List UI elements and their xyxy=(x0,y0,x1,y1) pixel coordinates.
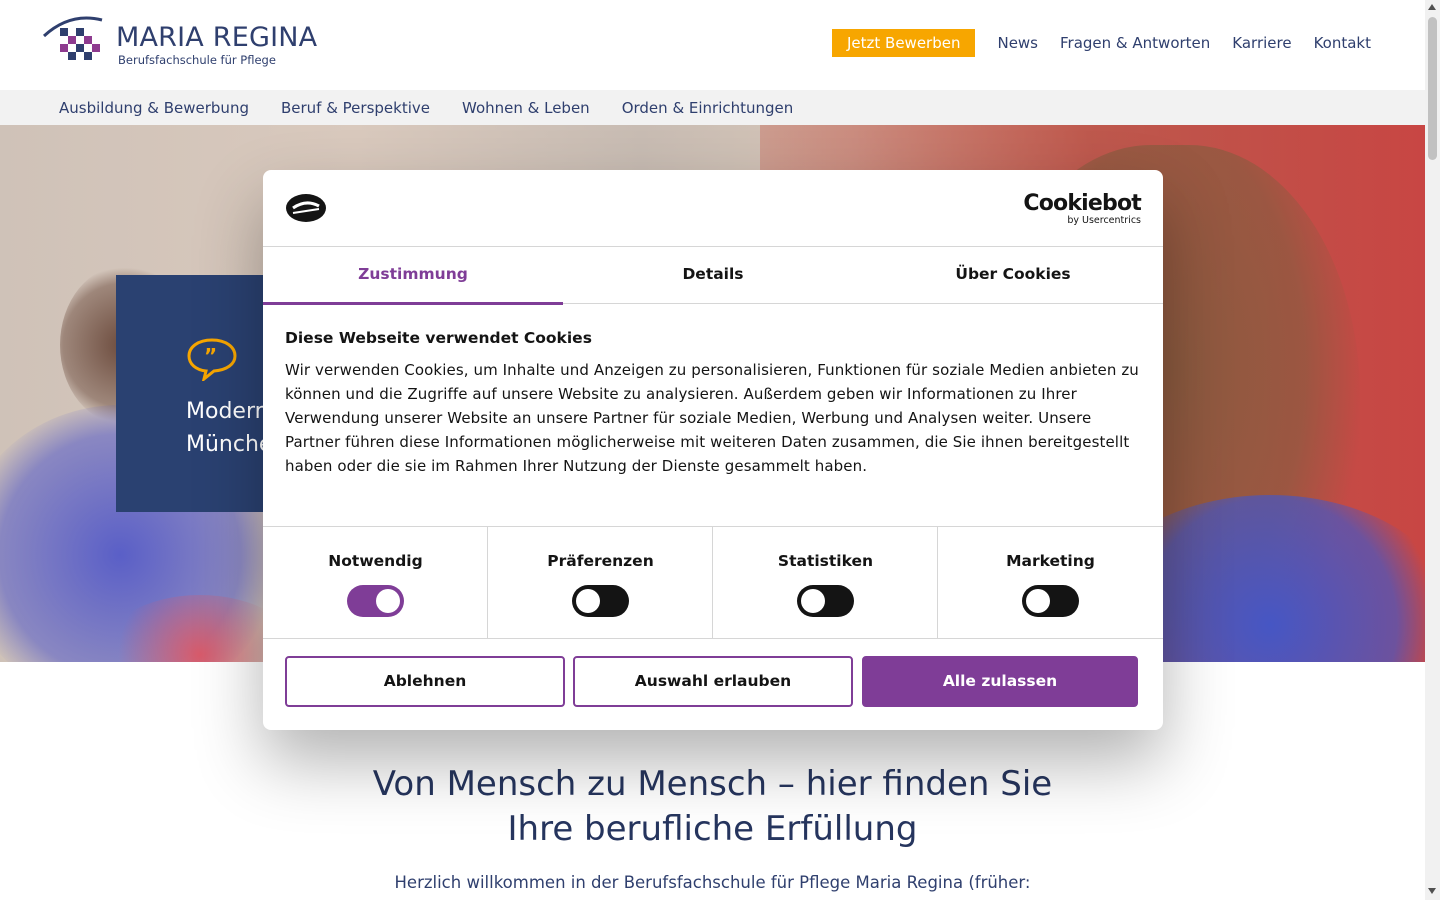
top-navigation: Jetzt Bewerben News Fragen & Antworten K… xyxy=(831,29,1371,57)
nav-item-career-perspective[interactable]: Beruf & Perspektive xyxy=(281,99,430,117)
speech-bubble-icon: ” xyxy=(187,338,237,381)
nav-item-living[interactable]: Wohnen & Leben xyxy=(462,99,590,117)
toggle-knob xyxy=(801,589,825,613)
marketing-toggle[interactable] xyxy=(1022,585,1079,617)
svg-text:”: ” xyxy=(204,344,217,368)
headline-line: Von Mensch zu Mensch – hier finden Sie xyxy=(372,764,1053,804)
logo-mark-icon xyxy=(42,16,103,60)
nav-link-faq[interactable]: Fragen & Antworten xyxy=(1060,34,1210,52)
category-marketing: Marketing xyxy=(938,527,1163,639)
nav-item-education[interactable]: Ausbildung & Bewerbung xyxy=(59,99,249,117)
main-navigation: Ausbildung & Bewerbung Beruf & Perspekti… xyxy=(0,90,1425,125)
page-headline: Von Mensch zu Mensch – hier finden Sie I… xyxy=(0,762,1425,852)
category-label: Statistiken xyxy=(777,552,874,570)
category-preferences: Präferenzen xyxy=(488,527,713,639)
intro-text: Herzlich willkommen in der Berufsfachsch… xyxy=(394,873,1031,892)
headline-line: Ihre berufliche Erfüllung xyxy=(507,809,918,849)
allow-all-button[interactable]: Alle zulassen xyxy=(862,656,1138,707)
nav-link-contact[interactable]: Kontakt xyxy=(1314,34,1371,52)
website-logo-icon xyxy=(286,194,326,222)
consent-description: Wir verwenden Cookies, um Inhalte und An… xyxy=(285,361,1139,475)
tab-about-cookies[interactable]: Über Cookies xyxy=(863,247,1163,304)
logo-title: MARIA REGINA xyxy=(116,22,318,53)
dialog-header: Cookiebot by Usercentrics xyxy=(263,170,1163,247)
consent-body: Diese Webseite verwendet Cookies Wir ver… xyxy=(285,328,1141,478)
cookie-consent-dialog: Cookiebot by Usercentrics Zustimmung Det… xyxy=(263,170,1163,730)
tab-details[interactable]: Details xyxy=(563,247,863,304)
nav-link-news[interactable]: News xyxy=(997,34,1038,52)
consent-tabs: Zustimmung Details Über Cookies xyxy=(263,247,1163,305)
consent-buttons: Ablehnen Auswahl erlauben Alle zulassen xyxy=(285,656,1138,707)
cookiebot-logo[interactable]: Cookiebot by Usercentrics xyxy=(1023,192,1141,226)
statistics-toggle[interactable] xyxy=(797,585,854,617)
site-header: MARIA REGINA Berufsfachschule für Pflege… xyxy=(0,0,1425,90)
category-label: Marketing xyxy=(1006,552,1095,570)
consent-categories: Notwendig Präferenzen Statistiken Market… xyxy=(263,526,1163,639)
necessary-toggle[interactable] xyxy=(347,585,404,617)
category-statistics: Statistiken xyxy=(713,527,938,639)
category-label: Notwendig xyxy=(328,552,423,570)
category-label: Präferenzen xyxy=(547,552,654,570)
page-scrollbar[interactable] xyxy=(1425,0,1440,900)
tab-consent[interactable]: Zustimmung xyxy=(263,247,563,305)
preferences-toggle[interactable] xyxy=(572,585,629,617)
allow-selection-button[interactable]: Auswahl erlauben xyxy=(573,656,853,707)
scroll-down-arrow-icon[interactable] xyxy=(1428,888,1436,894)
cookiebot-brand-sub: by Usercentrics xyxy=(1067,215,1141,226)
category-necessary: Notwendig xyxy=(263,527,488,639)
scroll-up-arrow-icon[interactable] xyxy=(1428,4,1436,10)
consent-heading: Diese Webseite verwendet Cookies xyxy=(285,329,592,347)
toggle-knob xyxy=(1026,589,1050,613)
site-logo[interactable]: MARIA REGINA Berufsfachschule für Pflege xyxy=(42,14,332,70)
reject-button[interactable]: Ablehnen xyxy=(285,656,565,707)
nav-link-career[interactable]: Karriere xyxy=(1232,34,1291,52)
toggle-knob xyxy=(576,589,600,613)
cookiebot-brand-name: Cookiebot xyxy=(1023,191,1141,216)
apply-now-button[interactable]: Jetzt Bewerben xyxy=(831,29,976,57)
logo-subtitle: Berufsfachschule für Pflege xyxy=(118,53,276,67)
toggle-knob xyxy=(376,589,400,613)
nav-item-order[interactable]: Orden & Einrichtungen xyxy=(622,99,794,117)
scrollbar-thumb[interactable] xyxy=(1428,17,1437,160)
